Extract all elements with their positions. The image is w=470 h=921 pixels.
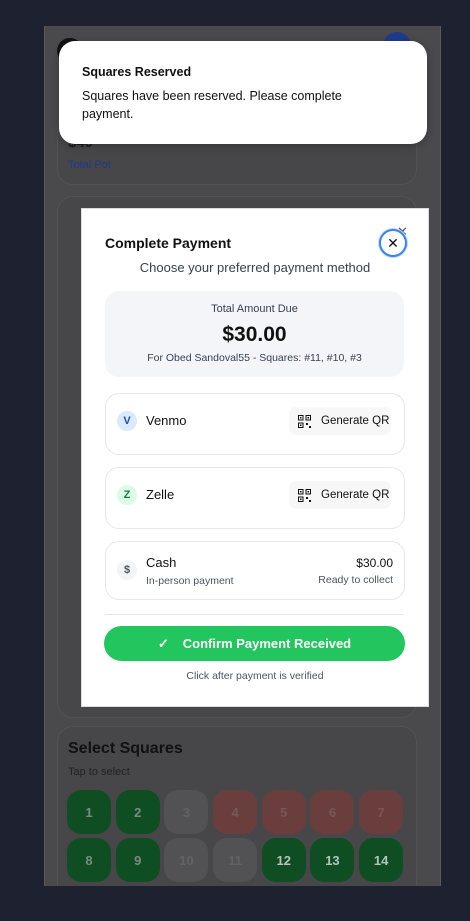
confirm-payment-button[interactable]: ✓ Confirm Payment Received xyxy=(104,626,405,661)
toast-notification: Squares Reserved Squares have been reser… xyxy=(59,41,427,144)
divider xyxy=(105,614,404,615)
square-5[interactable]: 5 xyxy=(261,790,306,834)
cash-label: Cash xyxy=(146,555,177,570)
qr-code-icon xyxy=(298,488,311,502)
amount-due-label: Total Amount Due xyxy=(211,303,298,315)
square-14[interactable]: 14 xyxy=(359,838,404,882)
payment-modal: Complete Payment ✕ ✕ Choose your preferr… xyxy=(81,208,429,707)
square-12[interactable]: 12 xyxy=(261,838,306,882)
squares-grid: 1 2 3 4 5 6 7 8 9 10 11 12 13 14 xyxy=(67,790,404,882)
square-6[interactable]: 6 xyxy=(310,790,355,834)
payment-option-cash[interactable]: $ Cash In-person payment $30.00 Ready to… xyxy=(105,541,405,600)
confirm-payment-label: Confirm Payment Received xyxy=(182,636,352,651)
venmo-generate-qr-label: Generate QR xyxy=(321,415,390,427)
close-button[interactable]: ✕ xyxy=(379,229,407,257)
venmo-generate-qr-button[interactable]: Generate QR xyxy=(289,407,391,435)
toast-title: Squares Reserved xyxy=(82,65,192,79)
square-8[interactable]: 8 xyxy=(67,838,111,882)
toast-message: Squares have been reserved. Please compl… xyxy=(82,89,342,121)
check-icon: ✓ xyxy=(157,635,169,651)
zelle-icon: Z xyxy=(117,485,137,505)
payment-option-zelle[interactable]: Z Zelle Generate QR xyxy=(105,467,405,529)
amount-due-details: For Obed Sandoval55 - Squares: #11, #10,… xyxy=(147,352,362,364)
square-10[interactable]: 10 xyxy=(164,838,209,882)
square-2[interactable]: 2 xyxy=(115,790,160,834)
select-squares-title: Select Squares xyxy=(68,740,183,757)
modal-title: Complete Payment xyxy=(105,235,232,251)
cash-icon: $ xyxy=(117,560,137,580)
square-9[interactable]: 9 xyxy=(115,838,160,882)
square-3[interactable]: 3 xyxy=(164,790,209,834)
cash-subtitle: In-person payment xyxy=(146,575,234,587)
square-11[interactable]: 11 xyxy=(213,838,258,882)
amount-due-box: Total Amount Due $30.00 For Obed Sandova… xyxy=(105,291,404,377)
payment-option-venmo[interactable]: V Venmo Generate QR xyxy=(105,393,405,455)
pot-label: Total Pot xyxy=(68,159,111,171)
cash-amount: $30.00 xyxy=(356,556,393,570)
amount-due-value: $30.00 xyxy=(222,323,287,346)
cash-status: Ready to collect xyxy=(318,574,393,586)
venmo-icon: V xyxy=(117,411,137,431)
zelle-generate-qr-label: Generate QR xyxy=(321,489,390,501)
square-13[interactable]: 13 xyxy=(310,838,355,882)
close-icon: ✕ xyxy=(387,234,399,251)
confirm-note: Click after payment is verified xyxy=(186,670,324,682)
venmo-label: Venmo xyxy=(146,413,187,428)
square-7[interactable]: 7 xyxy=(359,790,404,834)
select-squares-subtitle: Tap to select xyxy=(68,766,130,778)
square-4[interactable]: 4 xyxy=(213,790,258,834)
qr-code-icon xyxy=(298,414,311,428)
modal-subtitle: Choose your preferred payment method xyxy=(139,260,371,275)
zelle-generate-qr-button[interactable]: Generate QR xyxy=(289,481,391,509)
zelle-label: Zelle xyxy=(146,487,175,502)
square-1[interactable]: 1 xyxy=(67,790,111,834)
